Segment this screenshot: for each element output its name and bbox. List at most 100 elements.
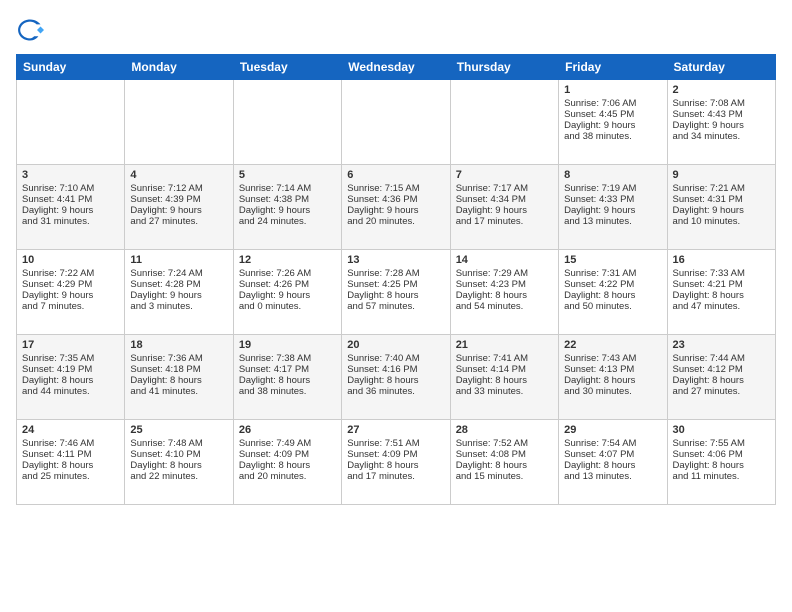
calendar-cell: 28Sunrise: 7:52 AMSunset: 4:08 PMDayligh… — [450, 420, 558, 505]
calendar-cell — [17, 80, 125, 165]
day-info: Sunrise: 7:44 AM — [673, 353, 770, 364]
day-info: Sunrise: 7:19 AM — [564, 183, 661, 194]
day-info: Sunrise: 7:38 AM — [239, 353, 336, 364]
calendar-cell: 13Sunrise: 7:28 AMSunset: 4:25 PMDayligh… — [342, 250, 450, 335]
day-info: and 38 minutes. — [564, 131, 661, 142]
day-info: Sunrise: 7:17 AM — [456, 183, 553, 194]
day-info: and 20 minutes. — [239, 471, 336, 482]
day-info: and 27 minutes. — [673, 386, 770, 397]
day-info: and 27 minutes. — [130, 216, 227, 227]
logo-icon — [16, 16, 44, 44]
day-info: Sunrise: 7:43 AM — [564, 353, 661, 364]
day-info: and 36 minutes. — [347, 386, 444, 397]
day-number: 18 — [130, 339, 227, 351]
calendar-header-thursday: Thursday — [450, 55, 558, 80]
calendar-cell: 19Sunrise: 7:38 AMSunset: 4:17 PMDayligh… — [233, 335, 341, 420]
day-info: Daylight: 9 hours — [22, 290, 119, 301]
day-info: Daylight: 9 hours — [239, 290, 336, 301]
day-info: Daylight: 8 hours — [456, 375, 553, 386]
day-info: and 50 minutes. — [564, 301, 661, 312]
calendar-header-monday: Monday — [125, 55, 233, 80]
day-info: Sunrise: 7:40 AM — [347, 353, 444, 364]
day-info: Sunset: 4:12 PM — [673, 364, 770, 375]
calendar-cell: 1Sunrise: 7:06 AMSunset: 4:45 PMDaylight… — [559, 80, 667, 165]
day-info: Daylight: 8 hours — [673, 375, 770, 386]
day-number: 15 — [564, 254, 661, 266]
day-info: and 25 minutes. — [22, 471, 119, 482]
day-info: Daylight: 8 hours — [564, 375, 661, 386]
day-info: and 33 minutes. — [456, 386, 553, 397]
day-info: Sunrise: 7:06 AM — [564, 98, 661, 109]
day-number: 12 — [239, 254, 336, 266]
day-number: 10 — [22, 254, 119, 266]
day-info: Sunrise: 7:31 AM — [564, 268, 661, 279]
day-number: 11 — [130, 254, 227, 266]
day-info: Sunrise: 7:26 AM — [239, 268, 336, 279]
calendar-header-saturday: Saturday — [667, 55, 775, 80]
day-info: and 20 minutes. — [347, 216, 444, 227]
calendar-cell: 2Sunrise: 7:08 AMSunset: 4:43 PMDaylight… — [667, 80, 775, 165]
calendar-week-row: 17Sunrise: 7:35 AMSunset: 4:19 PMDayligh… — [17, 335, 776, 420]
day-number: 13 — [347, 254, 444, 266]
day-number: 16 — [673, 254, 770, 266]
day-info: Daylight: 8 hours — [239, 375, 336, 386]
logo — [16, 16, 48, 44]
day-number: 3 — [22, 169, 119, 181]
day-info: Sunrise: 7:41 AM — [456, 353, 553, 364]
calendar-cell: 10Sunrise: 7:22 AMSunset: 4:29 PMDayligh… — [17, 250, 125, 335]
day-info: Daylight: 8 hours — [673, 290, 770, 301]
day-info: Sunrise: 7:24 AM — [130, 268, 227, 279]
day-number: 4 — [130, 169, 227, 181]
day-info: Sunset: 4:18 PM — [130, 364, 227, 375]
day-info: Sunset: 4:28 PM — [130, 279, 227, 290]
calendar-cell: 16Sunrise: 7:33 AMSunset: 4:21 PMDayligh… — [667, 250, 775, 335]
day-info: Sunrise: 7:52 AM — [456, 438, 553, 449]
day-info: Daylight: 8 hours — [130, 460, 227, 471]
day-number: 1 — [564, 84, 661, 96]
calendar-cell: 22Sunrise: 7:43 AMSunset: 4:13 PMDayligh… — [559, 335, 667, 420]
day-number: 21 — [456, 339, 553, 351]
calendar-cell: 4 Sunrise: 7:12 AMSunset: 4:39 PMDaylight… — [125, 165, 233, 250]
day-info: and 41 minutes. — [130, 386, 227, 397]
calendar-cell — [450, 80, 558, 165]
calendar-cell: 9Sunrise: 7:21 AMSunset: 4:31 PMDaylight… — [667, 165, 775, 250]
day-number: 22 — [564, 339, 661, 351]
day-info: Sunset: 4:36 PM — [347, 194, 444, 205]
day-info: Daylight: 8 hours — [564, 460, 661, 471]
calendar-header-sunday: Sunday — [17, 55, 125, 80]
day-info: Daylight: 8 hours — [347, 460, 444, 471]
day-info: Daylight: 9 hours — [239, 205, 336, 216]
calendar-cell: 18Sunrise: 7:36 AMSunset: 4:18 PMDayligh… — [125, 335, 233, 420]
day-number: 29 — [564, 424, 661, 436]
day-info: Sunset: 4:23 PM — [456, 279, 553, 290]
day-info: Daylight: 8 hours — [673, 460, 770, 471]
day-info: Sunrise: 7:46 AM — [22, 438, 119, 449]
day-info: Daylight: 9 hours — [564, 205, 661, 216]
day-info: and 3 minutes. — [130, 301, 227, 312]
day-info: Sunrise: 7:12 AM — [130, 183, 227, 194]
day-info: Sunrise: 7:28 AM — [347, 268, 444, 279]
day-info: Daylight: 9 hours — [22, 205, 119, 216]
calendar-cell: 23Sunrise: 7:44 AMSunset: 4:12 PMDayligh… — [667, 335, 775, 420]
day-info: and 30 minutes. — [564, 386, 661, 397]
day-info: Daylight: 8 hours — [564, 290, 661, 301]
day-number: 5 — [239, 169, 336, 181]
day-info: Sunset: 4:07 PM — [564, 449, 661, 460]
day-info: Sunrise: 7:36 AM — [130, 353, 227, 364]
day-info: Sunrise: 7:48 AM — [130, 438, 227, 449]
day-number: 20 — [347, 339, 444, 351]
day-number: 26 — [239, 424, 336, 436]
day-number: 7 — [456, 169, 553, 181]
day-info: and 38 minutes. — [239, 386, 336, 397]
day-info: Sunset: 4:31 PM — [673, 194, 770, 205]
day-info: Sunrise: 7:15 AM — [347, 183, 444, 194]
calendar-cell — [233, 80, 341, 165]
day-info: Sunset: 4:08 PM — [456, 449, 553, 460]
day-info: Sunset: 4:39 PM — [130, 194, 227, 205]
day-info: Daylight: 8 hours — [347, 290, 444, 301]
day-info: and 17 minutes. — [347, 471, 444, 482]
day-number: 24 — [22, 424, 119, 436]
day-info: Daylight: 9 hours — [130, 205, 227, 216]
calendar-header-row: SundayMondayTuesdayWednesdayThursdayFrid… — [17, 55, 776, 80]
day-info: and 31 minutes. — [22, 216, 119, 227]
